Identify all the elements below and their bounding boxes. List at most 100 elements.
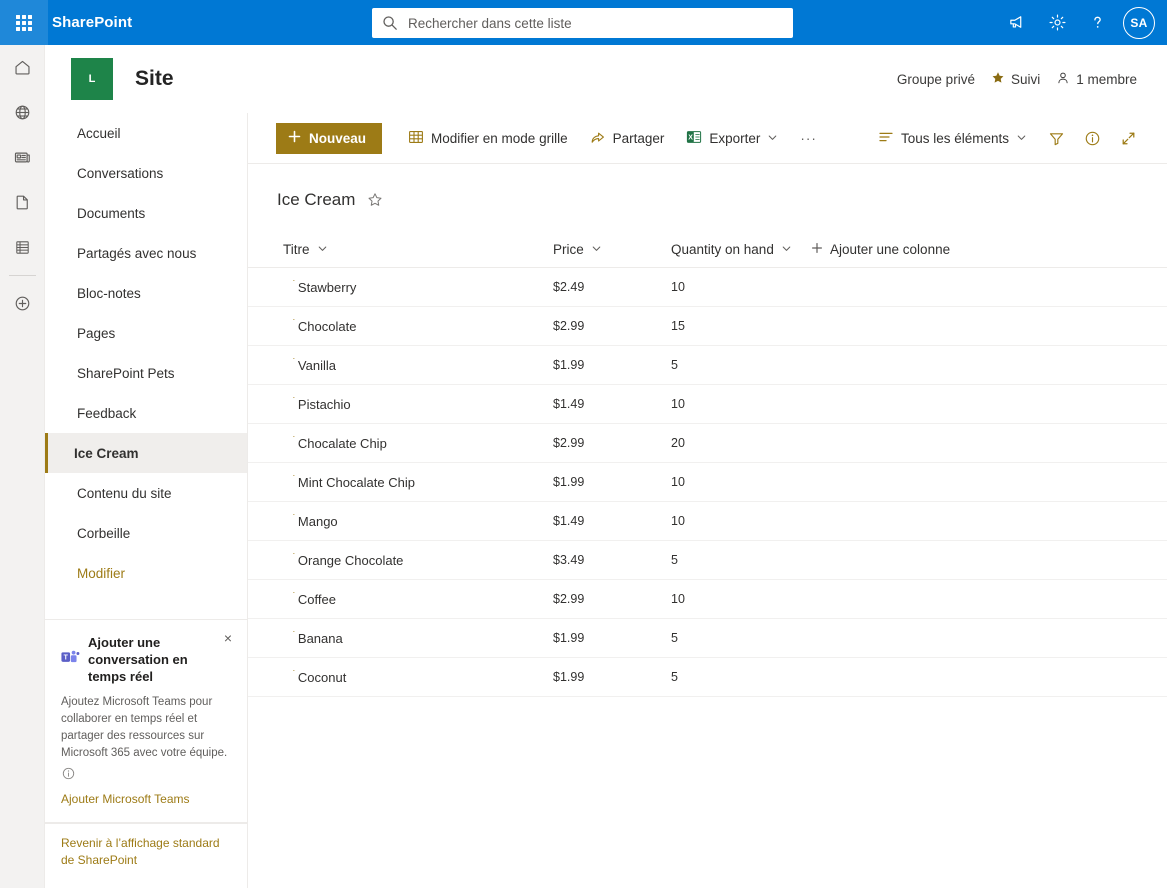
row-price: $1.99 xyxy=(553,631,585,645)
row-quantity: 10 xyxy=(671,475,685,489)
row-title-cell[interactable]: ⟶ Coffee xyxy=(277,592,547,607)
row-price: $3.49 xyxy=(553,553,585,567)
table-row[interactable]: ⟶ Coffee $2.99 10 xyxy=(248,580,1167,619)
page-icon[interactable] xyxy=(0,180,45,225)
lists-icon[interactable] xyxy=(0,225,45,270)
row-title: Mint Chocalate Chip xyxy=(297,474,415,490)
table-row[interactable]: ⟶ Vanilla $1.99 5 xyxy=(248,346,1167,385)
sidebar-item-sharepoint-pets[interactable]: SharePoint Pets xyxy=(45,353,247,393)
table-row[interactable]: ⟶ Mango $1.49 10 xyxy=(248,502,1167,541)
row-title-cell[interactable]: ⟶ Stawberry xyxy=(277,280,547,295)
view-selector-button[interactable]: Tous les éléments xyxy=(868,120,1037,156)
table-row[interactable]: ⟶ Chocalate Chip $2.99 20 xyxy=(248,424,1167,463)
sidebar-item-feedback[interactable]: Feedback xyxy=(45,393,247,433)
site-logo[interactable]: L xyxy=(71,58,113,100)
info-icon[interactable] xyxy=(1075,121,1109,155)
home-icon[interactable] xyxy=(0,45,45,90)
sidebar-item-bloc-notes[interactable]: Bloc-notes xyxy=(45,273,247,313)
sidebar-item-accueil[interactable]: Accueil xyxy=(45,113,247,153)
search-box[interactable] xyxy=(372,8,793,38)
row-title: Mango xyxy=(297,513,338,529)
column-header-price[interactable]: Price xyxy=(547,234,665,266)
column-header-titre[interactable]: Titre xyxy=(277,234,547,266)
table-row[interactable]: ⟶ Chocolate $2.99 15 xyxy=(248,307,1167,346)
row-title-cell[interactable]: ⟶ Mango xyxy=(277,514,547,529)
gear-icon[interactable] xyxy=(1037,0,1077,45)
open-item-icon: ⟶ xyxy=(283,358,296,362)
globe-icon[interactable] xyxy=(0,90,45,135)
row-title-cell[interactable]: ⟶ Orange Chocolate xyxy=(277,553,547,568)
sidebar-item-modifier[interactable]: Modifier xyxy=(45,553,247,593)
export-button[interactable]: X Exporter xyxy=(676,120,788,156)
promo-body: Ajoutez Microsoft Teams pour collaborer … xyxy=(61,696,228,759)
table-row[interactable]: ⟶ Coconut $1.99 5 xyxy=(248,658,1167,697)
row-title: Coffee xyxy=(297,591,336,607)
row-title-cell[interactable]: ⟶ Chocolate xyxy=(277,319,547,334)
table-row[interactable]: ⟶ Stawberry $2.49 10 xyxy=(248,268,1167,307)
classic-sharepoint-link[interactable]: Revenir à l’affichage standard de ShareP… xyxy=(61,835,231,869)
waffle-icon xyxy=(16,14,32,31)
table-row[interactable]: ⟶ Pistachio $1.49 10 xyxy=(248,385,1167,424)
members-button[interactable]: 1 membre xyxy=(1048,66,1145,93)
new-button[interactable]: Nouveau xyxy=(276,122,383,154)
row-price: $1.49 xyxy=(553,397,585,411)
row-price: $1.49 xyxy=(553,514,585,528)
sidebar-item-pages[interactable]: Pages xyxy=(45,313,247,353)
create-icon[interactable] xyxy=(0,281,45,326)
chevron-down-icon xyxy=(317,242,328,257)
help-icon[interactable] xyxy=(1077,0,1117,45)
table-row[interactable]: ⟶ Banana $1.99 5 xyxy=(248,619,1167,658)
row-price: $2.99 xyxy=(553,436,585,450)
row-title: Orange Chocolate xyxy=(297,552,404,568)
more-commands-button[interactable]: ··· xyxy=(790,120,827,156)
filter-icon[interactable] xyxy=(1039,121,1073,155)
row-title-cell[interactable]: ⟶ Chocalate Chip xyxy=(277,436,547,451)
news-icon[interactable] xyxy=(0,135,45,180)
row-quantity: 10 xyxy=(671,514,685,528)
row-title-cell[interactable]: ⟶ Banana xyxy=(277,631,547,646)
add-column-button[interactable]: Ajouter une colonne xyxy=(805,234,956,266)
add-teams-link[interactable]: Ajouter Microsoft Teams xyxy=(61,792,231,806)
chevron-down-icon xyxy=(591,242,602,257)
sharepoint-brand-link[interactable]: SharePoint xyxy=(52,14,132,31)
table-row[interactable]: ⟶ Mint Chocalate Chip $1.99 10 xyxy=(248,463,1167,502)
edit-in-grid-view-button[interactable]: Modifier en mode grille xyxy=(398,120,578,156)
column-header-titre-label: Titre xyxy=(283,242,310,257)
command-bar-left: Nouveau Modifier en mode grille Partager… xyxy=(248,120,827,156)
list-title-row: Ice Cream xyxy=(248,164,1167,210)
info-icon[interactable] xyxy=(61,766,75,780)
row-title-cell[interactable]: ⟶ Pistachio xyxy=(277,397,547,412)
star-outline-icon[interactable] xyxy=(366,191,384,209)
sidebar-item-ice-cream[interactable]: Ice Cream xyxy=(45,433,247,473)
share-button[interactable]: Partager xyxy=(580,120,675,156)
avatar[interactable]: SA xyxy=(1123,6,1155,39)
row-title-cell[interactable]: ⟶ Vanilla xyxy=(277,358,547,373)
app-launcher-button[interactable] xyxy=(0,0,48,45)
sidebar-item-partages-avec-nous[interactable]: Partagés avec nous xyxy=(45,233,247,273)
search-input[interactable] xyxy=(408,9,793,37)
export-label: Exporter xyxy=(709,130,761,146)
close-icon[interactable]: × xyxy=(219,629,237,647)
search-icon xyxy=(372,8,408,38)
plus-icon xyxy=(811,242,823,257)
members-label: 1 membre xyxy=(1076,71,1137,87)
sidebar-item-contenu-du-site[interactable]: Contenu du site xyxy=(45,473,247,513)
column-header-quantity-on-hand[interactable]: Quantity on hand xyxy=(665,234,805,266)
sidebar-item-conversations[interactable]: Conversations xyxy=(45,153,247,193)
app-rail xyxy=(0,45,45,888)
column-header-price-label: Price xyxy=(553,242,584,257)
chevron-down-icon xyxy=(767,131,778,146)
row-quantity: 5 xyxy=(671,670,678,684)
sidebar-item-corbeille[interactable]: Corbeille xyxy=(45,513,247,553)
site-title[interactable]: Site xyxy=(135,67,174,91)
row-title-cell[interactable]: ⟶ Mint Chocalate Chip xyxy=(277,475,547,490)
open-item-icon: ⟶ xyxy=(283,592,296,596)
expand-icon[interactable] xyxy=(1111,121,1145,155)
follow-button[interactable]: Suivi xyxy=(983,66,1048,93)
open-item-icon: ⟶ xyxy=(283,436,296,440)
megaphone-icon[interactable] xyxy=(997,0,1037,45)
sidebar-item-documents[interactable]: Documents xyxy=(45,193,247,233)
row-title-cell[interactable]: ⟶ Coconut xyxy=(277,670,547,685)
table-row[interactable]: ⟶ Orange Chocolate $3.49 5 xyxy=(248,541,1167,580)
row-quantity: 10 xyxy=(671,280,685,294)
